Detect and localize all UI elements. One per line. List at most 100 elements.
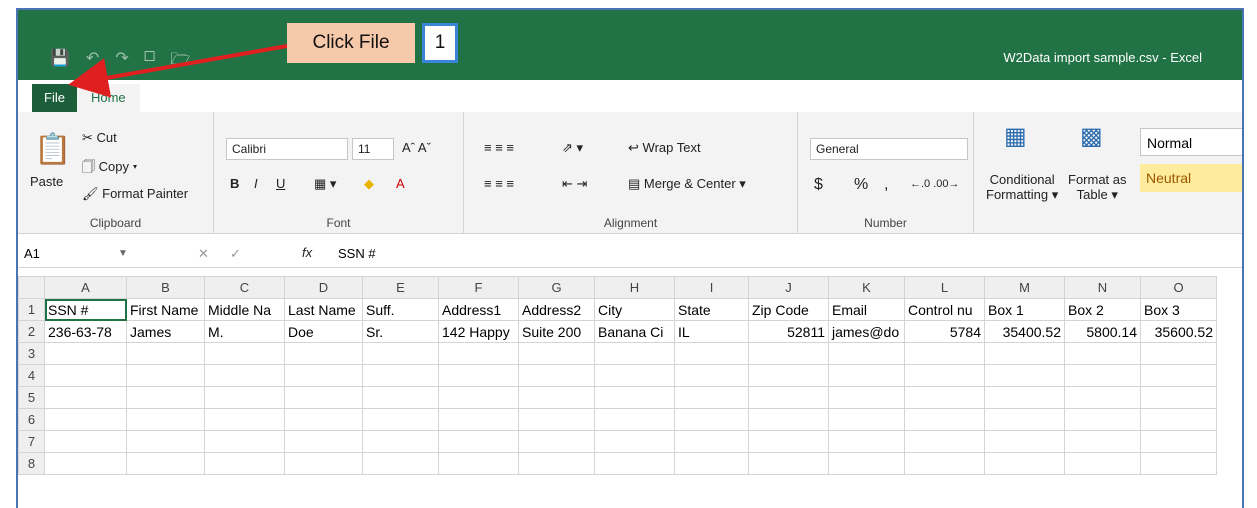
merge-center-button[interactable]: ▤ Merge & Center ▾: [628, 176, 746, 192]
column-header[interactable]: D: [284, 276, 363, 299]
cell[interactable]: [518, 364, 595, 387]
cell[interactable]: [984, 452, 1065, 475]
cell[interactable]: [984, 408, 1065, 431]
cell[interactable]: [594, 452, 675, 475]
font-size-select[interactable]: 11: [352, 138, 394, 160]
tab-data[interactable]: Data: [383, 84, 438, 112]
cell[interactable]: [204, 342, 285, 365]
cell[interactable]: IL: [674, 320, 749, 343]
cell[interactable]: Sr.: [362, 320, 439, 343]
cell[interactable]: [284, 452, 363, 475]
cell[interactable]: [904, 408, 985, 431]
cell[interactable]: [518, 452, 595, 475]
cell[interactable]: [126, 430, 205, 453]
cell[interactable]: [204, 408, 285, 431]
cell[interactable]: [126, 408, 205, 431]
wrap-text-button[interactable]: ↩ Wrap Text: [628, 140, 701, 156]
cell[interactable]: [518, 430, 595, 453]
normal-style[interactable]: Normal: [1140, 128, 1242, 156]
format-as-table-button[interactable]: Format as Table ▾: [1068, 172, 1127, 203]
cell[interactable]: [438, 430, 519, 453]
tab-insert[interactable]: Insert: [140, 84, 201, 112]
redo-icon[interactable]: ↷: [115, 48, 128, 75]
cell[interactable]: [674, 386, 749, 409]
row-header[interactable]: 6: [18, 408, 45, 431]
cell[interactable]: james@do: [828, 320, 905, 343]
name-box[interactable]: A1 ▼: [24, 242, 134, 266]
cell[interactable]: [984, 364, 1065, 387]
cell[interactable]: [204, 364, 285, 387]
cell[interactable]: [44, 430, 127, 453]
column-header[interactable]: I: [674, 276, 749, 299]
cell[interactable]: [904, 342, 985, 365]
cell[interactable]: [828, 342, 905, 365]
cell[interactable]: Middle Na: [204, 298, 285, 321]
cell[interactable]: [674, 430, 749, 453]
cut-button[interactable]: ✂ Cut: [82, 130, 117, 146]
cell[interactable]: [1140, 386, 1217, 409]
cell[interactable]: [126, 364, 205, 387]
row-header[interactable]: 3: [18, 342, 45, 365]
cell[interactable]: 5800.14: [1064, 320, 1141, 343]
cell[interactable]: Control nu: [904, 298, 985, 321]
tab-page-layout[interactable]: Page Layout: [200, 84, 301, 112]
cell[interactable]: Banana Ci: [594, 320, 675, 343]
cell[interactable]: Address2: [518, 298, 595, 321]
cell[interactable]: [362, 342, 439, 365]
cell[interactable]: 35400.52: [984, 320, 1065, 343]
paste-button[interactable]: Paste: [30, 174, 63, 189]
format-painter-button[interactable]: 🖌 Format Painter: [82, 186, 188, 202]
cell[interactable]: [362, 386, 439, 409]
cell[interactable]: [284, 386, 363, 409]
cell[interactable]: 142 Happy: [438, 320, 519, 343]
format-as-table-icon[interactable]: ▩: [1080, 122, 1103, 151]
percent-button[interactable]: %: [854, 176, 868, 194]
cancel-icon[interactable]: ✕: [198, 246, 209, 262]
cell[interactable]: [126, 342, 205, 365]
align-top-icons[interactable]: ≡ ≡ ≡: [484, 140, 514, 155]
cell[interactable]: [44, 342, 127, 365]
cell[interactable]: Box 3: [1140, 298, 1217, 321]
new-file-icon[interactable]: □: [145, 48, 155, 75]
cell[interactable]: [748, 364, 829, 387]
cell[interactable]: [438, 364, 519, 387]
column-header[interactable]: E: [362, 276, 439, 299]
cell[interactable]: [1140, 408, 1217, 431]
cell[interactable]: [204, 430, 285, 453]
cell[interactable]: [518, 408, 595, 431]
cell[interactable]: State: [674, 298, 749, 321]
column-header[interactable]: N: [1064, 276, 1141, 299]
cell[interactable]: Email: [828, 298, 905, 321]
cell[interactable]: [204, 386, 285, 409]
orientation-icon[interactable]: ⇗ ▾: [562, 140, 583, 156]
cell[interactable]: [362, 408, 439, 431]
row-header[interactable]: 4: [18, 364, 45, 387]
cell[interactable]: [1064, 364, 1141, 387]
cell[interactable]: [204, 452, 285, 475]
enter-icon[interactable]: ✓: [230, 246, 241, 262]
cell[interactable]: [984, 386, 1065, 409]
indent-icons[interactable]: ⇤ ⇥: [562, 176, 587, 192]
decimal-icons[interactable]: ←.0 .00→: [910, 178, 960, 190]
cell[interactable]: [1064, 430, 1141, 453]
paste-icon[interactable]: 📋: [34, 132, 71, 167]
cell[interactable]: [362, 452, 439, 475]
cell[interactable]: [594, 386, 675, 409]
cell[interactable]: [674, 342, 749, 365]
select-all-corner[interactable]: [18, 276, 45, 299]
row-header[interactable]: 2: [18, 320, 45, 343]
column-header[interactable]: A: [44, 276, 127, 299]
cell[interactable]: M.: [204, 320, 285, 343]
cell[interactable]: Suite 200: [518, 320, 595, 343]
tab-file[interactable]: File: [32, 84, 77, 112]
cell[interactable]: [904, 386, 985, 409]
cell[interactable]: [984, 430, 1065, 453]
tab-home[interactable]: Home: [76, 84, 140, 112]
insert-function-icon[interactable]: fx: [302, 245, 312, 260]
cell[interactable]: [126, 452, 205, 475]
cell[interactable]: [984, 342, 1065, 365]
cell[interactable]: 35600.52: [1140, 320, 1217, 343]
cell[interactable]: [284, 364, 363, 387]
cell[interactable]: [438, 342, 519, 365]
cell[interactable]: [594, 342, 675, 365]
